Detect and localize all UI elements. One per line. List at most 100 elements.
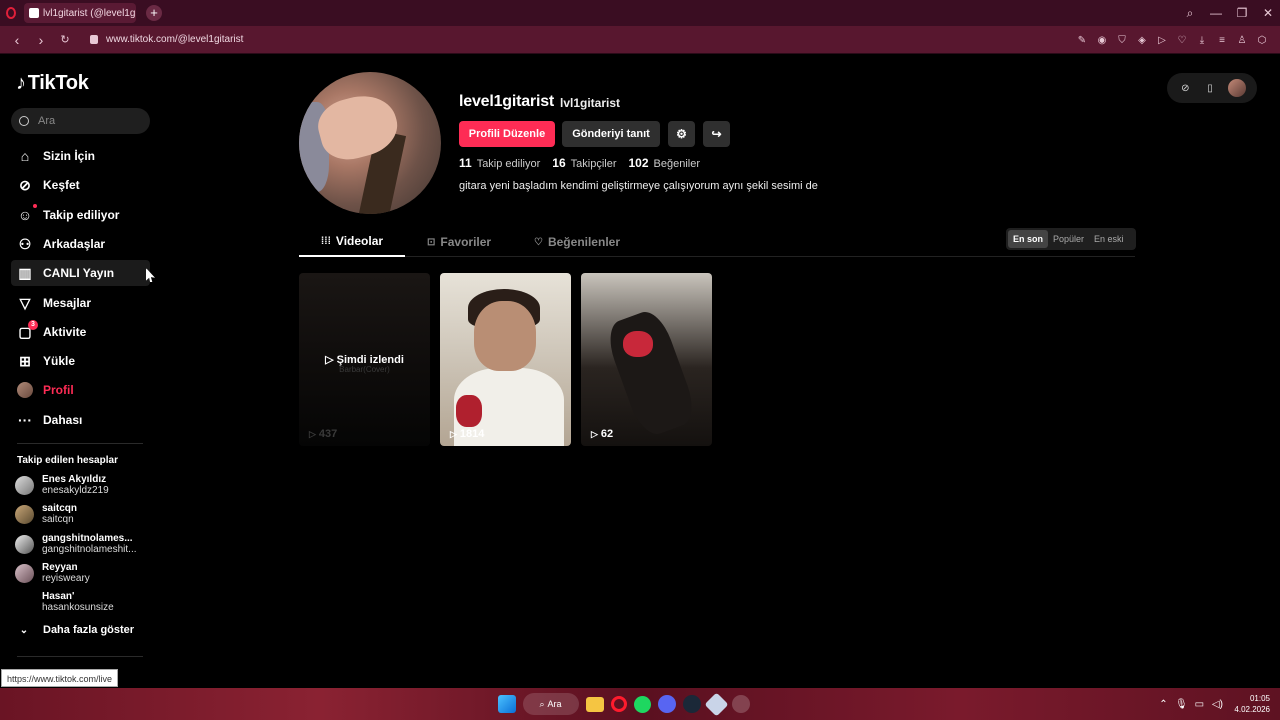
back-icon[interactable]: ‹ (10, 32, 24, 48)
followed-account[interactable]: gangshitnolames... gangshitnolameshit... (15, 531, 155, 557)
followed-account[interactable]: Reyyan reyisweary (15, 560, 155, 586)
mic-icon[interactable]: 🎙 (1172, 699, 1190, 710)
display-icon[interactable]: ▭ (1190, 699, 1208, 710)
url-field[interactable]: www.tiktok.com/@level1gitarist (106, 34, 243, 45)
menu-icon[interactable]: ≡ (1212, 35, 1232, 46)
stat-value: 11 (459, 156, 472, 170)
share-icon[interactable]: ↪ (703, 121, 730, 147)
tiktok-logo[interactable]: ♪ TikTok (16, 72, 89, 95)
close-icon[interactable]: ✕ (1256, 6, 1280, 20)
followed-account[interactable]: Hasan' hasankosunsize (15, 589, 155, 615)
sort-latest[interactable]: En son (1008, 230, 1049, 248)
search-input[interactable]: Ara (11, 108, 150, 134)
steam-icon[interactable] (682, 695, 701, 713)
stat-label: Takipçiler (570, 158, 617, 170)
sidebar-item-messages[interactable]: ▽ Mesajlar (11, 290, 150, 316)
tiktok-note-icon: ♪ (16, 72, 26, 94)
opera-taskbar-icon[interactable] (610, 696, 627, 712)
followed-account[interactable]: Enes Akyıldız enesakyldz219 (15, 472, 155, 498)
forward-icon[interactable]: › (34, 32, 48, 48)
player-icon[interactable]: ▷ (1152, 35, 1172, 46)
sidebar-item-upload[interactable]: ⊞ Yükle (11, 348, 150, 374)
stat-followers[interactable]: 16 Takipçiler (552, 156, 616, 170)
sort-oldest[interactable]: En eski (1089, 230, 1129, 248)
profile-nickname: lvl1gitarist (560, 96, 621, 110)
edit-profile-button[interactable]: Profili Düzenle (459, 121, 555, 147)
video-thumbnail[interactable]: ▷ Şimdi izlendi Barbar(Cover) ▷ 437 (299, 273, 430, 446)
volume-icon[interactable]: ◁) (1208, 699, 1226, 710)
play-icon: ▷ (309, 428, 316, 439)
sidebar-item-label: Takip ediliyor (43, 208, 120, 222)
profile-photo[interactable] (299, 72, 441, 214)
taskbar-apps: ⌕ Ara (494, 691, 753, 717)
extension-icon[interactable]: ⬡ (1252, 35, 1272, 46)
window-controls: ⌕ — ❐ ✕ (1176, 0, 1280, 26)
sidebar-item-label: Arkadaşlar (43, 237, 106, 251)
opera-icon[interactable] (6, 7, 16, 19)
shield-icon[interactable]: ⛉ (1112, 35, 1132, 46)
upload-icon: ⊞ (19, 352, 31, 369)
video-thumbnail[interactable]: ▷ 62 (581, 273, 712, 446)
avatar[interactable] (1227, 79, 1246, 97)
profile-main: level1gitarist lvl1gitarist Profili Düze… (160, 54, 1280, 688)
camera-icon[interactable]: ◉ (1092, 35, 1112, 46)
compass-icon[interactable]: ⊘ (1178, 81, 1192, 95)
messages-icon: ▽ (19, 294, 31, 311)
sidebar-item-explore[interactable]: ⊘ Keşfet (11, 172, 150, 198)
minimize-icon[interactable]: — (1204, 6, 1228, 20)
new-tab-button[interactable]: + (146, 5, 162, 21)
stat-value: 16 (552, 156, 566, 170)
sidebar-item-more[interactable]: ··· Dahası (11, 407, 150, 433)
sidebar-item-label: Keşfet (43, 178, 80, 192)
thumb-leg (602, 306, 700, 440)
following-icon: ☺ (17, 204, 37, 223)
sort-popular[interactable]: Popüler (1048, 230, 1089, 248)
stat-label: Takip ediliyor (476, 158, 541, 170)
opera-gx-icon[interactable] (731, 695, 750, 713)
sidebar-item-following[interactable]: ☺ Takip ediliyor (11, 202, 150, 228)
spotify-icon[interactable] (633, 695, 651, 713)
tab-favorites[interactable]: ⊡ Favoriler (427, 227, 491, 257)
stat-label: Beğeniler (653, 158, 701, 170)
taskbar-search[interactable]: ⌕ Ara (522, 693, 579, 715)
download-icon[interactable]: ⤓ (1192, 35, 1212, 46)
video-thumbnail[interactable]: ▷ 1814 (440, 273, 571, 446)
file-explorer-icon[interactable] (585, 696, 604, 712)
sidebar-item-for-you[interactable]: ⌂ Sizin İçin (11, 143, 150, 169)
clock[interactable]: 01:05 4.02.2026 (1234, 693, 1270, 715)
grid-icon: ⁞⁞⁞ (320, 235, 331, 247)
tab-liked[interactable]: ♡ Beğenilenler (534, 227, 620, 257)
show-more-button[interactable]: ⌄ Daha fazla göster (17, 624, 134, 636)
tab-videos[interactable]: ⁞⁞⁞ Videolar (299, 227, 405, 257)
link-status-url: https://www.tiktok.com/live (1, 669, 119, 687)
stat-following[interactable]: 11 Takip ediliyor (459, 156, 540, 170)
tab-label: Videolar (335, 234, 384, 248)
windows-start-icon[interactable] (497, 695, 516, 713)
app-icon[interactable] (703, 691, 729, 717)
sidebar-item-activity[interactable]: ▢ 3 Aktivite (11, 319, 150, 345)
sidebar-item-profile[interactable]: Profil (11, 377, 150, 403)
promote-post-button[interactable]: Gönderiyi tanıt (562, 121, 660, 147)
vpn-icon[interactable]: ◈ (1132, 35, 1152, 46)
phone-icon[interactable]: ▯ (1203, 81, 1217, 95)
maximize-icon[interactable]: ❐ (1230, 6, 1254, 20)
edit-icon[interactable]: ✎ (1072, 35, 1092, 46)
lock-icon (90, 35, 98, 44)
sidebar-item-live[interactable]: ▥ CANLI Yayın (11, 260, 150, 286)
profile-bio: gitara yeni başladım kendimi geliştirmey… (459, 180, 818, 192)
reload-icon[interactable]: ↻ (58, 33, 72, 46)
friends-icon: ⚇ (18, 235, 32, 252)
chevron-up-icon[interactable]: ⌃ (1154, 699, 1172, 710)
browser-tab[interactable]: lvl1gitarist (@level1gitarist) (24, 3, 136, 23)
tiktok-favicon-icon (29, 8, 39, 18)
heart-icon[interactable]: ♡ (1172, 35, 1192, 46)
discord-icon[interactable] (657, 695, 676, 713)
settings-gear-icon[interactable]: ⚙ (668, 121, 695, 147)
video-title: Barbar(Cover) (339, 365, 390, 374)
view-count: ▷ 1814 (450, 428, 484, 440)
account-icon[interactable]: ♙ (1232, 35, 1252, 46)
sidebar-item-friends[interactable]: ⚇ Arkadaşlar (11, 231, 150, 257)
followed-account[interactable]: saitcqn saitcqn (15, 501, 155, 527)
sidebar-item-label: Yükle (43, 354, 76, 368)
search-tabs-icon[interactable]: ⌕ (1178, 6, 1202, 21)
